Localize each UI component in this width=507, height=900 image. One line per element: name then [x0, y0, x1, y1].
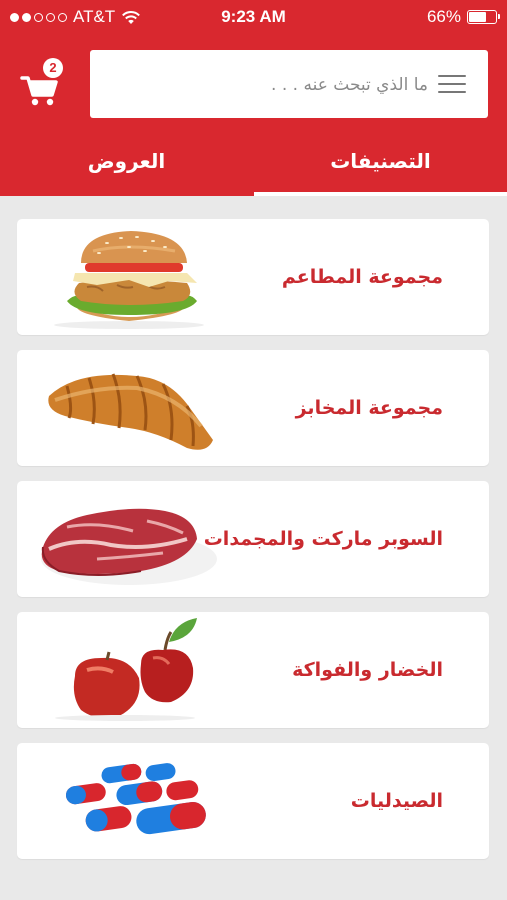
category-label: مجموعة المطاعم	[281, 266, 443, 288]
tab-offers[interactable]: العروض	[0, 132, 253, 196]
pills-image	[65, 763, 206, 835]
croissant-image	[48, 373, 213, 450]
category-card-pharmacies[interactable]: الصيدليات	[17, 743, 489, 859]
category-label: مجموعة المخابز	[295, 397, 443, 419]
burger-image	[54, 231, 204, 329]
apples-image	[55, 618, 197, 721]
category-card-vegetables-fruits[interactable]: الخضار والفواكة	[17, 612, 489, 728]
cart-count-badge: 2	[43, 58, 63, 78]
status-bar: AT&T 9:23 AM 66%	[0, 0, 507, 34]
meat-image	[41, 508, 217, 585]
cart-button[interactable]: 2	[19, 58, 63, 108]
category-label: الصيدليات	[350, 790, 443, 812]
category-label: السوبر ماركت والمجمدات	[203, 528, 443, 550]
search-bar[interactable]	[90, 50, 488, 120]
status-right: 66%	[426, 7, 500, 27]
app-header: AT&T 9:23 AM 66% 2 الت	[0, 0, 507, 196]
category-card-bakeries[interactable]: مجموعة المخابز	[17, 350, 489, 466]
category-card-restaurants[interactable]: مجموعة المطاعم	[17, 219, 489, 335]
battery-percent: 66%	[426, 7, 461, 26]
tab-categories[interactable]: التصنيفات	[254, 132, 507, 196]
tab-bar: التصنيفات العروض	[0, 132, 507, 196]
search-input[interactable]	[104, 50, 430, 120]
hamburger-menu-icon[interactable]	[438, 75, 466, 93]
battery-icon	[467, 10, 500, 24]
category-card-supermarket[interactable]: السوبر ماركت والمجمدات	[17, 481, 489, 597]
category-label: الخضار والفواكة	[292, 659, 443, 681]
